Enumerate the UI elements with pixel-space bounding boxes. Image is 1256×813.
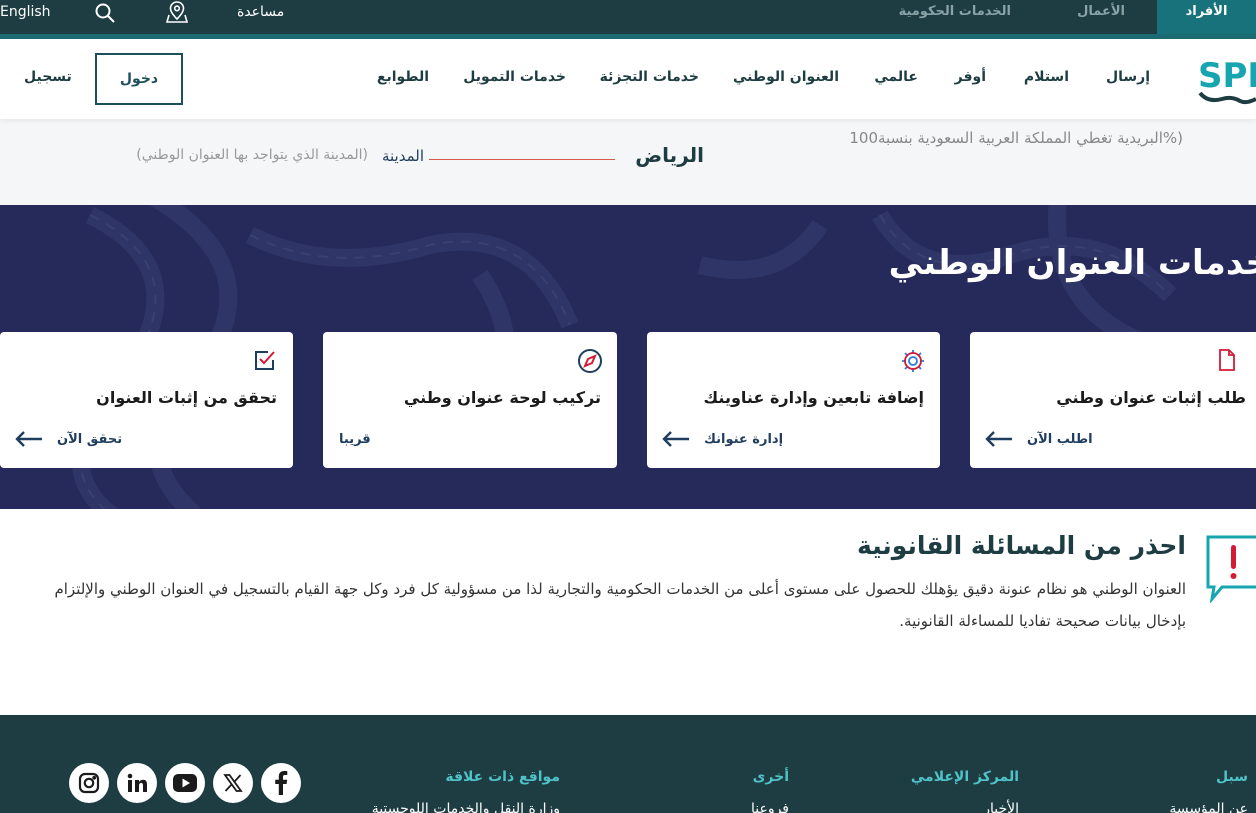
arrow-left-icon[interactable] [661, 430, 691, 448]
card-link[interactable]: إدارة عنوانك [704, 432, 783, 447]
footer-link[interactable]: وزارة النقل والخدمات اللوجستية [372, 801, 560, 813]
facebook-icon[interactable] [261, 763, 301, 803]
tab-business[interactable]: الأعمال [1077, 0, 1125, 34]
footer-link[interactable]: الأخبار [983, 801, 1019, 813]
help-link[interactable]: مساعدة [237, 0, 284, 26]
national-address-services: خدمات العنوان الوطني طلب إثبات عنوان وطن… [0, 205, 1256, 509]
card-link[interactable]: اطلب الآن [1027, 432, 1093, 447]
warning-text: العنوان الوطني هو نظام عنونة دقيق يؤهلك … [54, 580, 1186, 630]
tab-individuals[interactable]: الأفراد [1157, 0, 1256, 34]
search-icon[interactable] [94, 2, 116, 24]
footer-link[interactable]: عن المؤسسة [1169, 801, 1248, 813]
nav-national-address[interactable]: العنوان الوطني [733, 69, 839, 85]
service-card-request-proof[interactable]: طلب إثبات عنوان وطني اطلب الآن [970, 332, 1256, 468]
partial-text: 1557 [648, 119, 684, 121]
nav-stamps[interactable]: الطوابع [377, 69, 429, 85]
register-button[interactable]: تسجيل [24, 69, 72, 85]
warning-speech-bubble-icon [1200, 533, 1256, 605]
footer-heading-media: المركز الإعلامي [910, 769, 1019, 785]
instagram-icon[interactable] [69, 763, 109, 803]
language-switch[interactable]: English [0, 0, 51, 26]
card-title: تركيب لوحة عنوان وطني [403, 388, 601, 407]
svg-text:SPL: SPL [1198, 56, 1256, 96]
service-card-verify-proof[interactable]: تحقق من إثبات العنوان تحقق الآن [0, 332, 293, 468]
address-info-section: 1557 البريدية تغطي المملكة العربية السعو… [0, 119, 1256, 205]
service-card-add-dependents[interactable]: إضافة تابعين وإدارة عناوينك إدارة عنوانك [647, 332, 940, 468]
card-title: إضافة تابعين وإدارة عناوينك [703, 388, 924, 407]
arrow-left-icon[interactable] [14, 430, 44, 448]
nav-finance-services[interactable]: خدمات التمويل [463, 69, 566, 85]
gear-icon [900, 348, 924, 372]
card-link: قريبا [339, 432, 371, 447]
top-bar: الأفراد الأعمال الخدمات الحكومية مساعدة … [0, 0, 1256, 34]
compass-icon [577, 348, 602, 373]
nav-receive[interactable]: استلام [1024, 69, 1069, 85]
service-card-install-plate[interactable]: تركيب لوحة عنوان وطني قريبا [323, 332, 617, 468]
footer-heading-spl: سبل [1216, 769, 1248, 785]
document-icon [1216, 348, 1240, 372]
city-connector-line [429, 159, 615, 160]
card-title: تحقق من إثبات العنوان [96, 388, 277, 407]
x-icon[interactable] [213, 763, 253, 803]
checkbox-icon [253, 348, 277, 372]
card-title: طلب إثبات عنوان وطني [1056, 388, 1246, 407]
services-title: خدمات العنوان الوطني [888, 243, 1256, 283]
youtube-icon[interactable] [165, 763, 205, 803]
nav-send[interactable]: إرسال [1106, 69, 1150, 85]
linkedin-icon[interactable] [117, 763, 157, 803]
city-value: الرياض [635, 143, 704, 167]
city-label: المدينة [381, 147, 424, 165]
card-link[interactable]: تحقق الآن [57, 432, 122, 447]
city-hint: (المدينة الذي يتواجد بها العنوان الوطني) [136, 147, 368, 163]
nav-global[interactable]: عالمي [874, 69, 918, 85]
login-button[interactable]: دخول [95, 53, 183, 105]
coverage-text: البريدية تغطي المملكة العربية السعودية ب… [849, 129, 1183, 147]
nav-offer[interactable]: أوفر [955, 69, 986, 85]
tab-government-services[interactable]: الخدمات الحكومية [899, 0, 1011, 34]
footer-heading-other: أخرى [752, 769, 789, 785]
main-nav: SPL إرسال استلام أوفر عالمي العنوان الوط… [0, 39, 1256, 119]
location-icon[interactable] [165, 0, 189, 24]
spl-logo[interactable]: SPL [1196, 55, 1256, 105]
nav-retail-services[interactable]: خدمات التجزئة [600, 69, 699, 85]
footer: سبل عن المؤسسة المركز الإعلامي الأخبار أ… [0, 715, 1256, 813]
warning-title: احذر من المسائلة القانونية [857, 531, 1186, 560]
arrow-left-icon[interactable] [984, 430, 1014, 448]
footer-link[interactable]: فروعنا [751, 801, 789, 813]
footer-heading-related-sites: مواقع ذات علاقة [445, 769, 560, 785]
